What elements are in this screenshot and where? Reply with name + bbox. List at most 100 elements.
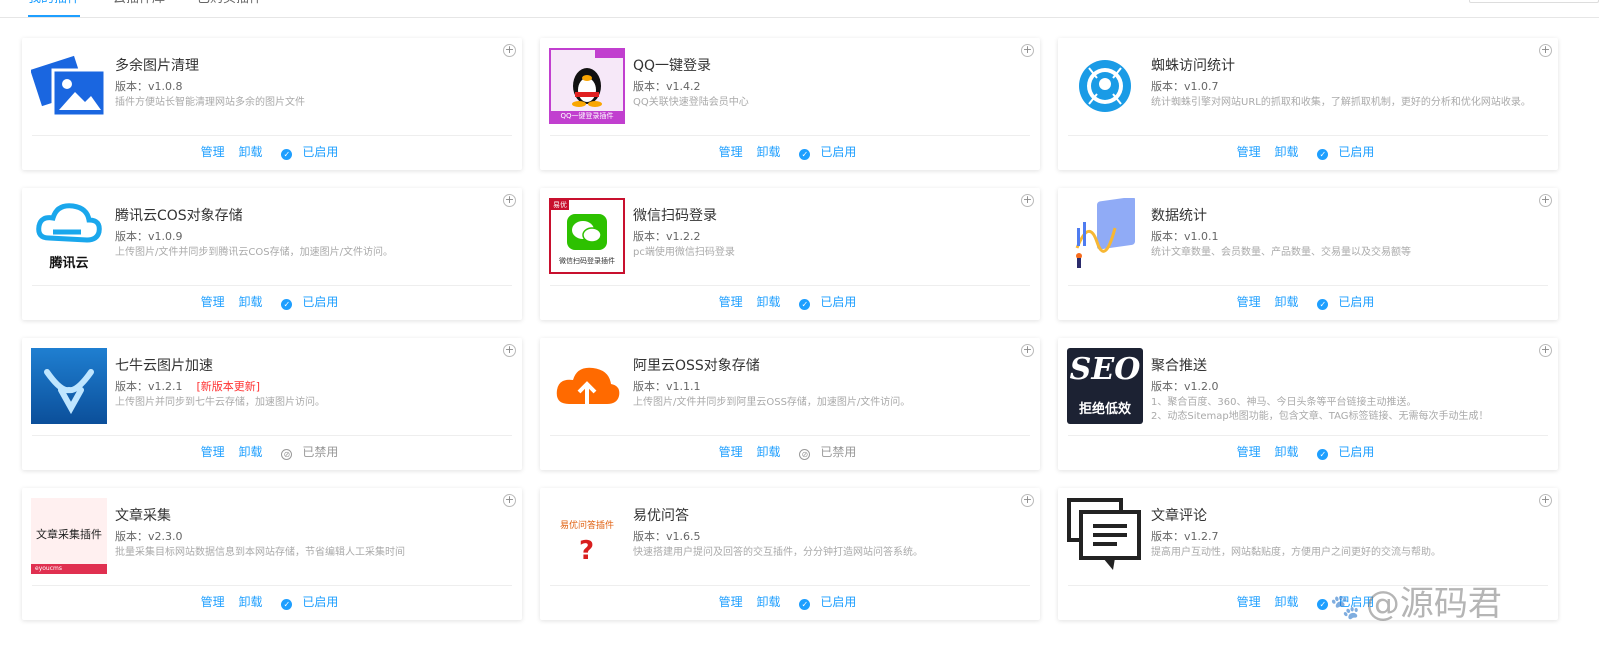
uninstall-button[interactable]: 卸载 xyxy=(1274,593,1298,610)
collect-icon: 文章采集插件 eyoucms xyxy=(31,498,107,574)
plugin-title: 微信扫码登录 xyxy=(633,208,717,224)
plugin-description: 上传图片并同步到七牛云存储，加速图片访问。 xyxy=(115,396,512,410)
check-circle-icon: ✓ xyxy=(1317,149,1329,160)
manage-button[interactable]: 管理 xyxy=(1237,143,1261,160)
status-toggle[interactable]: ✓ 已启用 xyxy=(794,593,861,610)
status-label: 已禁用 xyxy=(302,445,339,459)
collect-icon-sublabel: eyoucms xyxy=(31,564,107,574)
uninstall-button[interactable]: 卸载 xyxy=(238,443,262,460)
manage-button[interactable]: 管理 xyxy=(719,443,743,460)
plugin-version: 版本：v1.2.7 xyxy=(1151,528,1219,544)
status-toggle[interactable]: ⊘ 已禁用 xyxy=(276,443,343,460)
plugin-version: 版本：v1.2.2 xyxy=(633,228,701,244)
expand-plus-icon[interactable]: + xyxy=(503,44,516,57)
tab-cloud-plugins[interactable]: 云插件库 xyxy=(113,0,165,17)
manage-button[interactable]: 管理 xyxy=(201,143,225,160)
plugin-title: 数据统计 xyxy=(1151,208,1207,224)
plugin-version: 版本：v1.0.1 xyxy=(1151,228,1219,244)
status-toggle[interactable]: ✓ 已启用 xyxy=(1312,143,1379,160)
description-line: 插件方便站长智能清理网站多余的图片文件 xyxy=(115,97,305,108)
manage-button[interactable]: 管理 xyxy=(201,443,225,460)
qq-penguin-icon: QQ一键登录插件 xyxy=(549,48,625,124)
plugin-card: + 腾讯云 腾讯云COS对象存储 版本：v1.0.9 上传图片/文件并同步到腾讯… xyxy=(22,188,522,320)
status-label: 已启用 xyxy=(1338,295,1375,309)
divider xyxy=(32,435,512,436)
expand-plus-icon[interactable]: + xyxy=(1539,494,1552,507)
expand-plus-icon[interactable]: + xyxy=(1021,494,1034,507)
manage-button[interactable]: 管理 xyxy=(1237,593,1261,610)
plugin-description: 1、聚合百度、360、神马、今日头条等平台链接主动推送。 2、动态Sitemap地… xyxy=(1151,396,1548,424)
status-toggle[interactable]: ✓ 已启用 xyxy=(1312,293,1379,310)
status-toggle[interactable]: ✓ 已启用 xyxy=(794,293,861,310)
tencent-icon-label: 腾讯云 xyxy=(49,256,89,271)
expand-plus-icon[interactable]: + xyxy=(1021,44,1034,57)
question-icon: 易优问答插件? xyxy=(549,498,625,574)
plugin-description: 统计蜘蛛引擎对网站URL的抓取和收集，了解抓取机制，更好的分析和优化网站收录。 xyxy=(1151,96,1548,110)
manage-button[interactable]: 管理 xyxy=(201,293,225,310)
status-toggle[interactable]: ✓ 已启用 xyxy=(276,143,343,160)
status-toggle[interactable]: ✓ 已启用 xyxy=(1312,443,1379,460)
status-label: 已启用 xyxy=(1338,445,1375,459)
expand-plus-icon[interactable]: + xyxy=(1021,344,1034,357)
description-line: 提高用户互动性，网站黏贴度，方便用户之间更好的交流与帮助。 xyxy=(1151,547,1441,558)
manage-button[interactable]: 管理 xyxy=(1237,293,1261,310)
plugin-description: QQ关联快速登陆会员中心 xyxy=(633,96,1030,110)
manage-button[interactable]: 管理 xyxy=(719,293,743,310)
check-circle-icon: ✓ xyxy=(281,149,293,160)
divider xyxy=(32,135,512,136)
description-line: 统计文章数量、会员数量、产品数量、交易量以及交易额等 xyxy=(1151,247,1411,258)
manage-button[interactable]: 管理 xyxy=(1237,443,1261,460)
uninstall-button[interactable]: 卸载 xyxy=(238,143,262,160)
plugin-version: 版本：v1.0.7 xyxy=(1151,78,1219,94)
plugin-description: pc端使用微信扫码登录 xyxy=(633,246,1030,260)
uninstall-button[interactable]: 卸载 xyxy=(756,143,780,160)
uninstall-button[interactable]: 卸载 xyxy=(1274,443,1298,460)
uninstall-button[interactable]: 卸载 xyxy=(756,293,780,310)
description-line: 上传图片并同步到七牛云存储，加速图片访问。 xyxy=(115,397,325,408)
uninstall-button[interactable]: 卸载 xyxy=(238,593,262,610)
manage-button[interactable]: 管理 xyxy=(719,143,743,160)
uninstall-button[interactable]: 卸载 xyxy=(238,293,262,310)
uninstall-button[interactable]: 卸载 xyxy=(1274,143,1298,160)
search-input[interactable] xyxy=(1469,0,1599,3)
plugin-version: 版本：v1.1.1 xyxy=(633,378,701,394)
status-toggle[interactable]: ✓ 已启用 xyxy=(276,293,343,310)
manage-button[interactable]: 管理 xyxy=(201,593,225,610)
uninstall-button[interactable]: 卸载 xyxy=(756,593,780,610)
expand-plus-icon[interactable]: + xyxy=(503,194,516,207)
update-badge[interactable]: [新版本更新] xyxy=(197,380,261,393)
plugin-description: 快速搭建用户提问及回答的交互插件，分分钟打造网站问答系统。 xyxy=(633,546,1030,560)
expand-plus-icon[interactable]: + xyxy=(1539,194,1552,207)
plugin-actions: 管理 卸载 ⊘ 已禁用 xyxy=(540,443,1040,460)
plugin-title: 阿里云OSS对象存储 xyxy=(633,358,760,374)
status-label: 已启用 xyxy=(302,595,339,609)
plugin-actions: 管理 卸载 ⊘ 已禁用 xyxy=(22,443,522,460)
status-toggle[interactable]: ✓ 已启用 xyxy=(794,143,861,160)
uninstall-button[interactable]: 卸载 xyxy=(756,443,780,460)
plugin-title: 腾讯云COS对象存储 xyxy=(115,208,243,224)
uninstall-button[interactable]: 卸载 xyxy=(1274,293,1298,310)
expand-plus-icon[interactable]: + xyxy=(503,344,516,357)
watermark: 🐾 @源码君 xyxy=(1330,584,1502,624)
plugin-actions: 管理 卸载 ✓ 已启用 xyxy=(22,143,522,160)
expand-plus-icon[interactable]: + xyxy=(1539,344,1552,357)
tab-my-plugins[interactable]: 我的插件 xyxy=(28,0,81,17)
tab-purchased-plugins[interactable]: 已购买插件 xyxy=(197,0,262,17)
paw-icon: 🐾 xyxy=(1330,593,1360,621)
divider xyxy=(1068,435,1548,436)
divider xyxy=(550,135,1030,136)
plugin-title: 文章采集 xyxy=(115,508,171,524)
expand-plus-icon[interactable]: + xyxy=(1021,194,1034,207)
collect-icon-label: 文章采集插件 xyxy=(36,528,102,541)
plugin-card: + 数据统计 版本：v1.0.1 统计文章数量、会员数量、产品数量、交易量以及交… xyxy=(1058,188,1558,320)
status-toggle[interactable]: ⊘ 已禁用 xyxy=(794,443,861,460)
expand-plus-icon[interactable]: + xyxy=(1539,44,1552,57)
manage-button[interactable]: 管理 xyxy=(719,593,743,610)
status-toggle[interactable]: ✓ 已启用 xyxy=(276,593,343,610)
plugin-card: + 易优 微信扫码登录插件 微信扫码登录 版本：v1.2.2 pc端使用微信扫码登… xyxy=(540,188,1040,320)
plugin-actions: 管理 卸载 ✓ 已启用 xyxy=(1058,293,1558,310)
expand-plus-icon[interactable]: + xyxy=(503,494,516,507)
version-text: 版本：v2.3.0 xyxy=(115,530,183,543)
comment-icon xyxy=(1067,498,1143,574)
plugin-title: 聚合推送 xyxy=(1151,358,1207,374)
